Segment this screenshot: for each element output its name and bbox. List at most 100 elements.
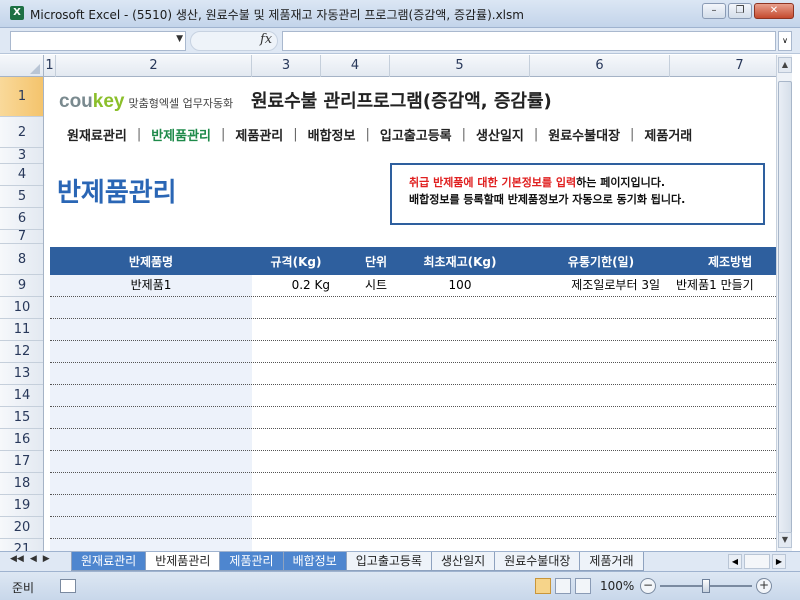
expand-formula-bar-button[interactable]: ∨	[778, 31, 792, 51]
row-header-cell[interactable]: 18	[0, 473, 43, 495]
nav-item-product-trade[interactable]: 제품거래	[634, 125, 702, 144]
excel-icon[interactable]: X	[10, 6, 24, 20]
row-header-cell[interactable]: 4	[0, 164, 43, 186]
minimize-button[interactable]: –	[702, 3, 726, 19]
zoom-level[interactable]: 100%	[600, 579, 634, 593]
horizontal-scroll-track[interactable]	[744, 554, 770, 569]
table-row[interactable]	[50, 407, 776, 429]
nav-item-in-out-register[interactable]: 입고출고등록	[370, 125, 462, 144]
vertical-scrollbar[interactable]: ▲ ▼	[776, 55, 792, 551]
row-header-cell[interactable]: 10	[0, 297, 43, 319]
scroll-up-button[interactable]: ▲	[778, 57, 792, 73]
table-row[interactable]	[50, 363, 776, 385]
column-header-cell[interactable]: 4	[321, 55, 390, 77]
table-row[interactable]	[50, 451, 776, 473]
cell-method[interactable]: 반제품1 만들기	[676, 275, 776, 296]
column-header-cell[interactable]: 2	[56, 55, 252, 77]
row-header-cell[interactable]: 14	[0, 385, 43, 407]
table-row[interactable]	[50, 473, 776, 495]
table-row[interactable]	[50, 495, 776, 517]
cell-initial-stock[interactable]: 100	[412, 275, 508, 296]
first-sheet-icon[interactable]: ◀◀	[10, 554, 24, 564]
row-header-cell[interactable]: 7	[0, 229, 43, 244]
page-title: 반제품관리	[57, 178, 177, 208]
column-header-cell[interactable]: 5	[390, 55, 530, 77]
logo-brand-b: key	[92, 91, 125, 112]
tab-production-log[interactable]: 생산일지	[431, 552, 496, 571]
row-header-cell[interactable]: 13	[0, 363, 43, 385]
normal-view-button[interactable]	[535, 578, 551, 594]
scroll-right-button[interactable]: ▶	[772, 554, 786, 569]
tab-in-out-register[interactable]: 입고출고등록	[345, 552, 432, 571]
zoom-out-button[interactable]: −	[640, 578, 656, 594]
scroll-down-button[interactable]: ▼	[778, 532, 792, 548]
name-box[interactable]: ▼	[10, 31, 186, 51]
row-header-cell[interactable]: 9	[0, 275, 43, 297]
nav-item-products[interactable]: 제품관리	[225, 125, 293, 144]
row-header-cell[interactable]: 19	[0, 495, 43, 517]
zoom-in-button[interactable]: +	[756, 578, 772, 594]
select-all-icon	[30, 64, 40, 74]
nav-item-semi-products[interactable]: 반제품관리	[141, 125, 221, 144]
info-line-1: 취급 반제품에 대한 기본정보를 입력하는 페이지입니다.	[409, 174, 763, 191]
row-header-cell[interactable]: 8	[0, 244, 43, 275]
column-header-cell[interactable]: 3	[252, 55, 321, 77]
scroll-thumb[interactable]	[778, 81, 792, 543]
select-all-button[interactable]	[0, 55, 44, 77]
table-row[interactable]	[50, 429, 776, 451]
macro-record-icon[interactable]	[60, 579, 76, 593]
close-button[interactable]: ✕	[754, 3, 794, 19]
row-header-cell[interactable]: 17	[0, 451, 43, 473]
nav-item-raw-materials[interactable]: 원재료관리	[57, 125, 137, 144]
page-break-view-button[interactable]	[575, 578, 591, 594]
next-sheet-icon[interactable]: ▶	[43, 554, 50, 564]
table-row[interactable]	[50, 341, 776, 363]
tab-semi-products[interactable]: 반제품관리	[145, 552, 221, 571]
tab-formula-info[interactable]: 배합정보	[282, 552, 347, 571]
insert-function-button[interactable]: fx	[260, 32, 272, 47]
table-row[interactable]: 반제품1 0.2 Kg 시트 100 제조일로부터 3일 반제품1 만들기	[50, 275, 776, 297]
cell-unit[interactable]: 시트	[340, 275, 412, 296]
table-row[interactable]	[50, 517, 776, 539]
table-row[interactable]	[50, 385, 776, 407]
cell-shelf-life[interactable]: 제조일로부터 3일	[508, 275, 694, 296]
table-row[interactable]	[50, 319, 776, 341]
row-header-cell[interactable]: 20	[0, 517, 43, 539]
nav-item-formula-info[interactable]: 배합정보	[298, 125, 366, 144]
info-box: 취급 반제품에 대한 기본정보를 입력하는 페이지입니다. 배합정보를 등록할때…	[390, 163, 765, 225]
row-header-cell[interactable]: 3	[0, 148, 43, 164]
cell-semi-product-name[interactable]: 반제품1	[50, 275, 252, 296]
logo-subtitle: 맞춤형엑셀 업무자동화	[128, 97, 234, 110]
nav-item-production-log[interactable]: 생산일지	[466, 125, 534, 144]
scroll-left-button[interactable]: ◀	[728, 554, 742, 569]
cell-spec[interactable]: 0.2 Kg	[252, 275, 340, 296]
nav-item-material-ledger[interactable]: 원료수불대장	[538, 125, 630, 144]
tab-material-ledger[interactable]: 원료수불대장	[494, 552, 581, 571]
column-header-cell[interactable]: 1	[44, 55, 56, 77]
program-title: 원료수불 관리프로그램(증감액, 증감률)	[251, 91, 552, 112]
row-header-cell[interactable]: 21	[0, 539, 43, 551]
worksheet[interactable]: coukey 맞춤형엑셀 업무자동화 원료수불 관리프로그램(증감액, 증감률) …	[45, 77, 776, 551]
row-header-cell[interactable]: 5	[0, 186, 43, 208]
window-controls: – ❐ ✕	[702, 3, 794, 19]
tab-raw-materials[interactable]: 원재료관리	[71, 552, 147, 571]
tab-products[interactable]: 제품관리	[219, 552, 284, 571]
row-header-cell[interactable]: 15	[0, 407, 43, 429]
column-header-cell[interactable]: 6	[530, 55, 670, 77]
row-header-cell[interactable]: 1	[0, 77, 43, 117]
row-header-cell[interactable]: 16	[0, 429, 43, 451]
row-header-cell[interactable]: 6	[0, 208, 43, 230]
restore-button[interactable]: ❐	[728, 3, 752, 19]
prev-sheet-icon[interactable]: ◀	[30, 554, 37, 564]
row-header-cell[interactable]: 12	[0, 341, 43, 363]
chevron-down-icon[interactable]: ▼	[176, 34, 183, 44]
horizontal-scrollbar[interactable]: ◀ ▶	[728, 554, 790, 569]
tab-product-trade[interactable]: 제품거래	[579, 552, 644, 571]
row-header-cell[interactable]: 2	[0, 117, 43, 148]
row-header-cell[interactable]: 11	[0, 319, 43, 341]
zoom-slider-thumb[interactable]	[702, 579, 710, 593]
table-row[interactable]	[50, 297, 776, 319]
sheet-tab-bar: ◀◀ ◀ ▶ 원재료관리 반제품관리 제품관리 배합정보 입고출고등록 생산일지…	[0, 551, 800, 571]
page-layout-view-button[interactable]	[555, 578, 571, 594]
formula-input[interactable]	[282, 31, 776, 51]
